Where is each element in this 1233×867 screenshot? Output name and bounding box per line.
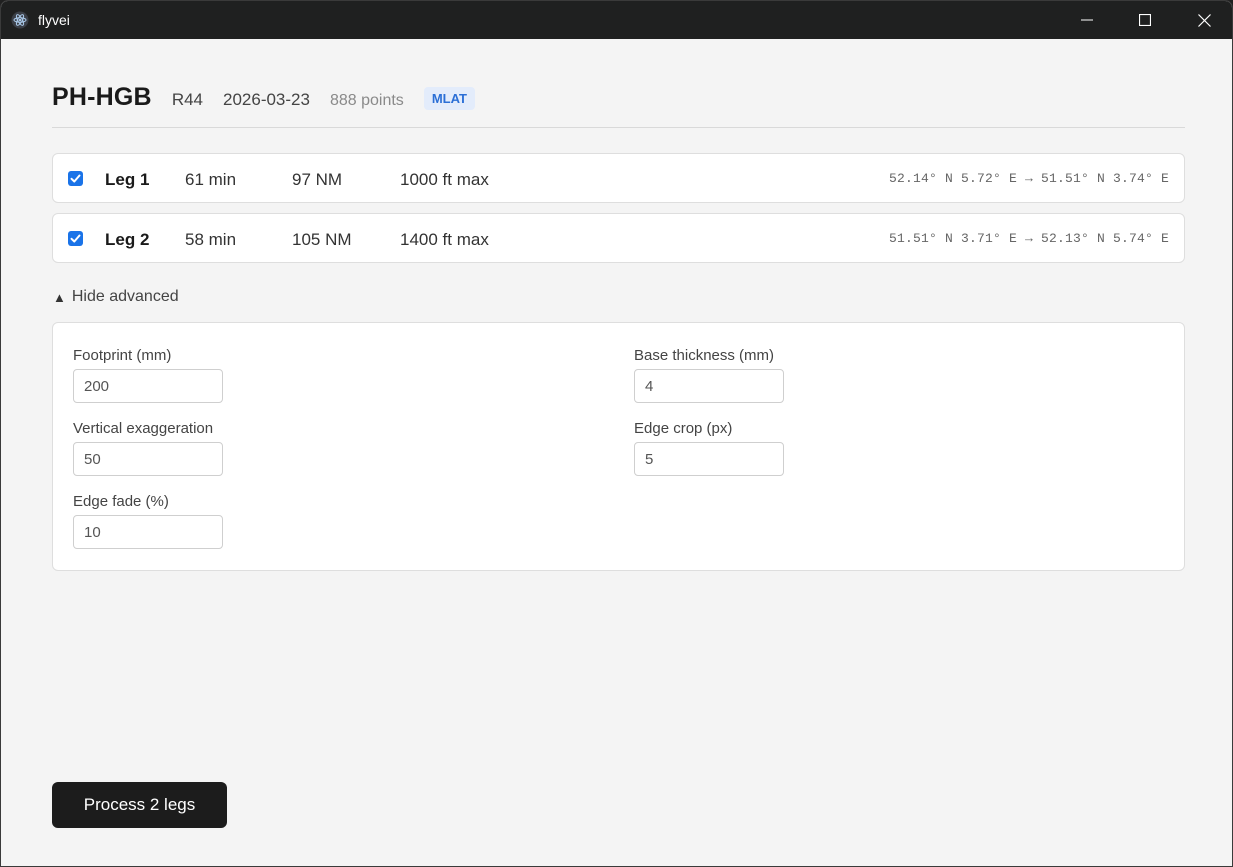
- edge-fade-label: Edge fade (%): [73, 493, 169, 510]
- flight-header: PH-HGB R44 2026-03-23 888 points MLAT: [52, 83, 475, 119]
- check-icon: [70, 174, 81, 183]
- flight-registration: PH-HGB: [52, 83, 152, 111]
- minimize-icon: [1081, 19, 1093, 21]
- base-thickness-input[interactable]: [634, 369, 784, 403]
- footprint-input[interactable]: [73, 369, 223, 403]
- maximize-button[interactable]: [1116, 1, 1174, 39]
- advanced-panel: Footprint (mm) Vertical exaggeration Edg…: [52, 322, 1185, 571]
- vertical-exaggeration-field: Vertical exaggeration: [73, 420, 223, 476]
- check-icon: [70, 234, 81, 243]
- vertical-exaggeration-input[interactable]: [73, 442, 223, 476]
- leg-distance: 105 NM: [292, 230, 352, 249]
- edge-crop-label: Edge crop (px): [634, 420, 733, 437]
- title-bar: flyvei: [1, 1, 1232, 39]
- leg-checkbox[interactable]: [68, 231, 83, 246]
- close-icon: [1197, 13, 1211, 27]
- header-divider: [52, 127, 1185, 128]
- atom-icon: [11, 11, 29, 29]
- base-thickness-label: Base thickness (mm): [634, 347, 775, 364]
- advanced-toggle-label: Hide advanced: [71, 288, 179, 305]
- minimize-button[interactable]: [1058, 1, 1116, 39]
- edge-crop-input[interactable]: [634, 442, 784, 476]
- process-legs-button[interactable]: Process 2 legs: [52, 782, 227, 828]
- edge-fade-field: Edge fade (%): [73, 493, 223, 549]
- leg-checkbox[interactable]: [68, 171, 83, 186]
- main-content: PH-HGB R44 2026-03-23 888 points MLAT Le…: [1, 39, 1232, 866]
- source-badge: MLAT: [423, 87, 475, 110]
- leg-duration: 61 min: [185, 170, 237, 189]
- leg-row: Leg 2 58 min 105 NM 1400 ft max 51.51° N…: [52, 213, 1185, 263]
- base-thickness-field: Base thickness (mm): [634, 347, 784, 403]
- leg-coordinates: 51.51° N 3.71° E → 52.13° N 5.74° E: [888, 231, 1169, 246]
- leg-coordinates: 52.14° N 5.72° E → 51.51° N 3.74° E: [888, 171, 1169, 186]
- leg-distance: 97 NM: [292, 170, 343, 189]
- leg-altitude: 1400 ft max: [400, 230, 489, 249]
- leg-name: Leg 1: [105, 170, 150, 189]
- leg-duration: 58 min: [185, 230, 237, 249]
- advanced-toggle[interactable]: ▲ Hide advanced: [53, 288, 179, 306]
- footprint-field: Footprint (mm): [73, 347, 223, 403]
- window-title: flyvei: [38, 12, 70, 28]
- vertical-exaggeration-label: Vertical exaggeration: [73, 420, 214, 437]
- close-button[interactable]: [1175, 1, 1232, 39]
- app-window: flyvei PH-HGB R44 2026-03-23 888 points …: [0, 0, 1233, 867]
- edge-fade-input[interactable]: [73, 515, 223, 549]
- leg-name: Leg 2: [105, 230, 150, 249]
- footprint-label: Footprint (mm): [73, 347, 172, 364]
- edge-crop-field: Edge crop (px): [634, 420, 784, 476]
- leg-altitude: 1000 ft max: [400, 170, 489, 189]
- aircraft-type: R44: [171, 90, 203, 109]
- triangle-up-icon: ▲: [53, 289, 66, 305]
- maximize-icon: [1139, 14, 1151, 26]
- leg-row: Leg 1 61 min 97 NM 1000 ft max 52.14° N …: [52, 153, 1185, 203]
- flight-date: 2026-03-23: [223, 90, 310, 109]
- point-count: 888 points: [329, 92, 404, 109]
